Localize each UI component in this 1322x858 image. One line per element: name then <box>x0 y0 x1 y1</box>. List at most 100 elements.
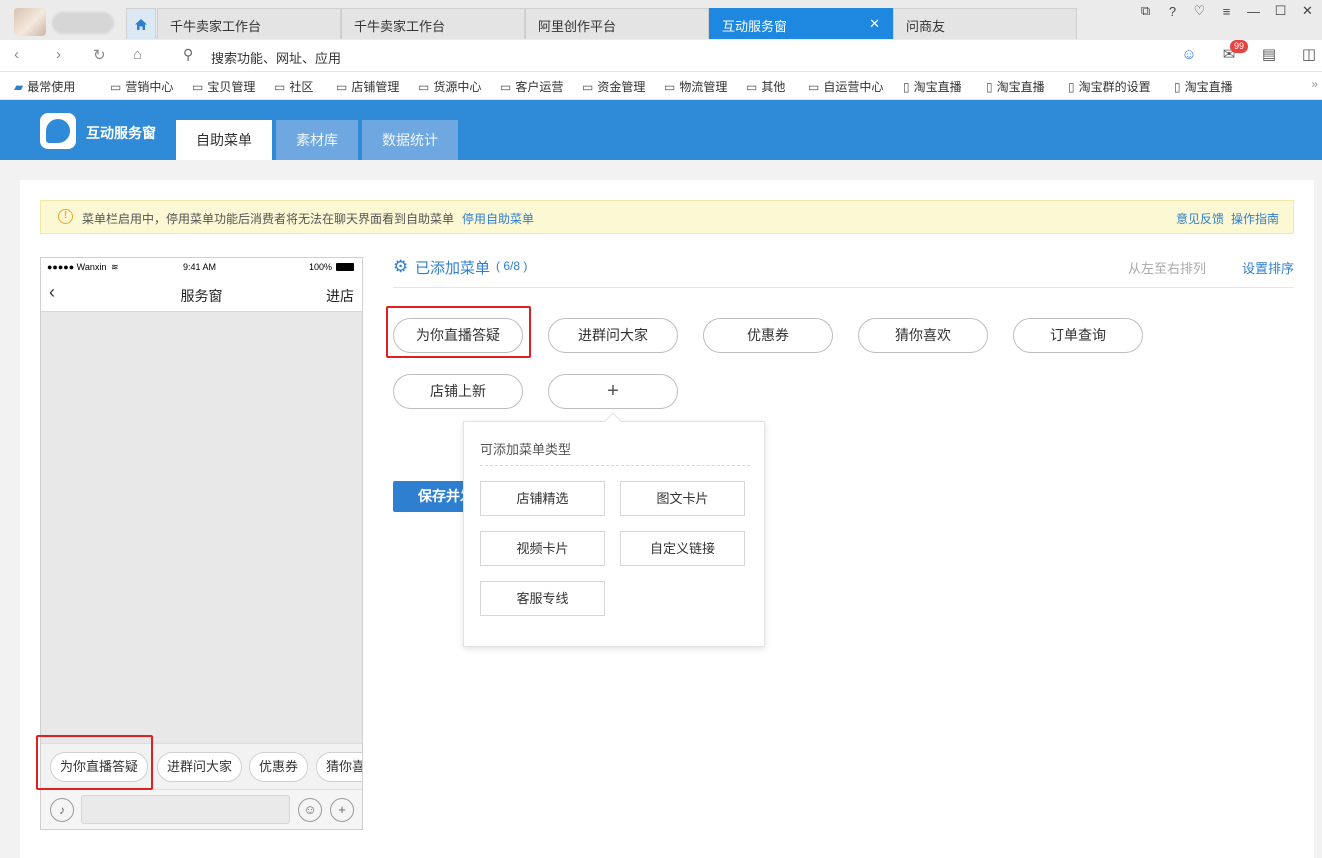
browser-tab[interactable]: 千牛卖家工作台 <box>157 8 341 39</box>
emoji-icon[interactable]: ☺ <box>298 798 322 822</box>
bookmark-item[interactable]: ▯ 淘宝直播 <box>903 78 962 95</box>
folder-icon: ▭ <box>500 79 512 94</box>
menu-item-button[interactable]: 订单查询 <box>1013 318 1143 353</box>
popover-title: 可添加菜单类型 <box>480 442 572 457</box>
shirt-icon[interactable]: ♡ <box>1193 3 1206 19</box>
notice-banner: ! 菜单栏启用中，停用菜单功能后消费者将无法在聊天界面看到自助菜单 停用自助菜单… <box>40 200 1294 234</box>
disable-menu-link[interactable]: 停用自助菜单 <box>462 210 534 227</box>
plus-icon[interactable]: + <box>330 798 354 822</box>
bookmark-folder[interactable]: ▭ 店铺管理 <box>336 78 399 95</box>
page-icon: ▯ <box>903 79 910 94</box>
browser-tab-active[interactable]: 互动服务窗 ✕ <box>709 8 893 39</box>
phone-menu-button[interactable]: 进群问大家 <box>157 752 243 782</box>
minimize-icon[interactable]: — <box>1247 4 1260 19</box>
bookmark-page-icon[interactable]: ⌂ <box>133 46 142 63</box>
bookmark-item[interactable]: ▯ 淘宝直播 <box>986 78 1045 95</box>
microphone-icon[interactable]: ♪ <box>50 798 74 822</box>
folder-icon: ▭ <box>746 79 758 94</box>
bookmark-label: 淘宝直播 <box>1184 80 1233 94</box>
address-bar: ‹ › ↻ ⌂ ⚲ 搜索功能、网址、应用 ☺ ✉ 99 ▤ ◫ <box>0 40 1322 72</box>
phone-message-field[interactable] <box>81 795 290 824</box>
menu-icon[interactable]: ≡ <box>1220 4 1233 19</box>
guide-link[interactable]: 操作指南 <box>1231 210 1279 227</box>
bookmark-folder[interactable]: ▭ 营销中心 <box>110 78 173 95</box>
forward-icon[interactable]: › <box>56 46 61 63</box>
close-tab-icon[interactable]: ✕ <box>869 16 880 32</box>
page-icon: ▯ <box>1068 79 1075 94</box>
phone-nav-bar: ‹ 服务窗 进店 <box>41 276 362 312</box>
gear-icon: ⚙ <box>393 257 409 276</box>
assistant-icon[interactable]: ☺ <box>1180 46 1198 63</box>
home-tab[interactable] <box>126 8 156 39</box>
user-avatar[interactable] <box>14 8 46 36</box>
browser-tab[interactable]: 问商友 <box>893 8 1077 39</box>
menu-type-option[interactable]: 店铺精选 <box>480 481 605 516</box>
news-icon[interactable]: ▤ <box>1260 45 1278 63</box>
mail-icon[interactable]: ✉ 99 <box>1220 40 1249 63</box>
phone-status-bar: ●●●●● Wanxin ≋ 9:41 AM 100% <box>41 258 362 276</box>
tab-self-service-menu[interactable]: 自助菜单 <box>176 120 272 160</box>
wifi-icon: ≋ <box>111 262 119 272</box>
phone-input-bar: ♪ ☺ + <box>41 789 362 829</box>
menu-type-option[interactable]: 客服专线 <box>480 581 605 616</box>
add-menu-button[interactable]: + <box>548 374 678 409</box>
set-order-link[interactable]: 设置排序 <box>1242 258 1294 277</box>
bookmarks-more-button[interactable]: » <box>1311 77 1318 91</box>
browser-tab[interactable]: 阿里创作平台 <box>525 8 709 39</box>
section-title: 已添加菜单 <box>415 260 491 277</box>
bookmark-item[interactable]: ▯ 淘宝直播 <box>1174 78 1233 95</box>
bookmark-folder[interactable]: ▭ 自运营中心 <box>808 78 883 95</box>
menu-type-option[interactable]: 自定义链接 <box>620 531 745 566</box>
phone-menu-button[interactable]: 猜你喜欢 <box>316 752 362 782</box>
menu-item-button[interactable]: 优惠券 <box>703 318 833 353</box>
address-input[interactable]: 搜索功能、网址、应用 <box>211 48 341 67</box>
bookmark-label: 最常使用 <box>27 80 76 94</box>
folder-icon: ▭ <box>582 79 594 94</box>
enter-store-link[interactable]: 进店 <box>326 286 354 306</box>
main-panel: ! 菜单栏启用中，停用菜单功能后消费者将无法在聊天界面看到自助菜单 停用自助菜单… <box>20 180 1314 858</box>
bag-icon[interactable]: ◫ <box>1300 45 1318 63</box>
bookmark-label: 社区 <box>289 80 314 94</box>
info-icon: ! <box>58 209 73 224</box>
page-icon: ▯ <box>986 79 993 94</box>
folder-icon: ▭ <box>808 79 820 94</box>
tab-statistics[interactable]: 数据统计 <box>362 120 458 160</box>
save-publish-button[interactable]: 保存并发布 <box>393 481 473 512</box>
refresh-icon[interactable]: ↻ <box>93 46 106 64</box>
bookmark-folder[interactable]: ▭ 其他 <box>746 78 785 95</box>
bookmark-item[interactable]: ▰ 最常使用 <box>14 78 75 95</box>
bookmark-folder[interactable]: ▭ 宝贝管理 <box>192 78 255 95</box>
menu-type-option[interactable]: 视频卡片 <box>480 531 605 566</box>
menu-item-button[interactable]: 进群问大家 <box>548 318 678 353</box>
menu-count: ( 6/8 ) <box>496 259 528 273</box>
bookmark-label: 物流管理 <box>679 80 728 94</box>
close-window-icon[interactable]: ✕ <box>1301 3 1314 19</box>
folder-icon: ▭ <box>664 79 676 94</box>
bookmark-item[interactable]: ▯ 淘宝群的设置 <box>1068 78 1151 95</box>
tab-material-library[interactable]: 素材库 <box>276 120 358 160</box>
menu-item-button[interactable]: 店铺上新 <box>393 374 523 409</box>
menu-type-option[interactable]: 图文卡片 <box>620 481 745 516</box>
bookmark-folder[interactable]: ▭ 社区 <box>274 78 313 95</box>
bookmark-label: 淘宝直播 <box>913 80 962 94</box>
bookmark-folder[interactable]: ▭ 客户运营 <box>500 78 563 95</box>
bookmark-folder[interactable]: ▭ 货源中心 <box>418 78 481 95</box>
bookmark-folder[interactable]: ▭ 资金管理 <box>582 78 645 95</box>
menu-item-button[interactable]: 猜你喜欢 <box>858 318 988 353</box>
briefcase-icon: ▰ <box>14 79 24 94</box>
browser-tab-bar: 千牛卖家工作台 千牛卖家工作台 阿里创作平台 互动服务窗 ✕ 问商友 ⧉ ? ♡… <box>0 0 1322 40</box>
bookmark-label: 自运营中心 <box>823 80 884 94</box>
maximize-icon[interactable]: ☐ <box>1274 3 1287 19</box>
bookmark-folder[interactable]: ▭ 物流管理 <box>664 78 727 95</box>
bookmark-label: 淘宝群的设置 <box>1078 80 1151 94</box>
feedback-link[interactable]: 意见反馈 <box>1176 210 1224 227</box>
browser-tab[interactable]: 千牛卖家工作台 <box>341 8 525 39</box>
order-hint: 从左至右排列 <box>1127 261 1206 276</box>
back-icon[interactable]: ‹ <box>14 46 19 63</box>
notice-text: 菜单栏启用中，停用菜单功能后消费者将无法在聊天界面看到自助菜单 <box>82 212 455 226</box>
phone-time: 9:41 AM <box>183 262 217 272</box>
skin-icon[interactable]: ⧉ <box>1139 3 1152 19</box>
menu-section-header: ⚙ 已添加菜单 ( 6/8 ) 从左至右排列 设置排序 <box>393 257 1294 288</box>
phone-menu-button[interactable]: 优惠券 <box>249 752 309 782</box>
help-icon[interactable]: ? <box>1166 4 1179 19</box>
